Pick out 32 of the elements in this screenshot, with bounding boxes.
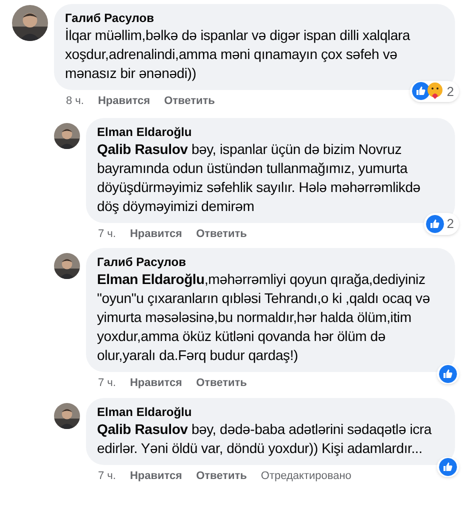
comment-text: Qalib Rasulov bəy, dədə-baba adətlərini sədaqətlə icra edirlər. Yəni öldü var, döndü yoxdur)) Kişi adamlardır... (97, 420, 433, 458)
like-link[interactable]: Нравится (130, 375, 182, 392)
thumbs-up-icon (439, 458, 457, 476)
reaction-badge[interactable] (437, 364, 459, 384)
comment-text: İlqar müəllim,bəlkə də ispanlar və digər ispan dilli xalqlara xoşdur,adrenalindi,amma məni qınamayın çox səfeh və mənasız bir ənənədi)) (65, 26, 412, 83)
like-link[interactable]: Нравится (130, 468, 182, 484)
timestamp[interactable]: 7 ч. (98, 468, 116, 484)
reaction-badge[interactable] (437, 456, 459, 476)
comment-text: Qalib Rasulov bəy, ispanlar üçün də bizim Novruz bayramında odun üstündən tullanmağımız, yumurta döyüşdürməyimiz səfehlik sayılır. Hələ məhərrəmlikdə döş döyməyimizi demirəm (97, 140, 422, 216)
hug-emoji-icon (426, 82, 444, 100)
reply-link[interactable]: Ответить (196, 226, 247, 242)
thumbs-up-icon (412, 82, 430, 100)
author-name[interactable]: Галиб Расулов (65, 10, 444, 26)
thumbs-up-icon (426, 214, 444, 233)
author-name[interactable]: Elman Eldaroğlu (97, 124, 444, 140)
edited-label: Отредактировано (260, 468, 352, 484)
reaction-count: 2 (446, 82, 455, 100)
comment-text: Elman Eldaroğlu,məhərrəmliyi qoyun qırağa,dediyiniz "oyun"u çıxaranların qıbləsi Tehrandı,o ki ,qaldı ocaq və yimurta məsələsinə,bu normaldır,hər halda ölüm,itim yoxdur,amma öküz kütləni qovanda hər ölüm də olur,yaralı da.Fərq budur qardaş!) (97, 270, 431, 365)
thumbs-up-icon (439, 365, 457, 383)
author-name[interactable]: Elman Eldaroğlu (97, 404, 444, 420)
like-link[interactable]: Нравится (98, 93, 150, 110)
reaction-badge[interactable]: 2 (410, 80, 459, 102)
reaction-badge[interactable]: 2 (424, 213, 459, 234)
reply-link[interactable]: Ответить (196, 375, 247, 392)
reply-link[interactable]: Ответить (164, 93, 215, 110)
reaction-count: 2 (446, 215, 455, 233)
timestamp[interactable]: 7 ч. (98, 375, 116, 392)
timestamp[interactable]: 8 ч. (66, 93, 84, 110)
author-name[interactable]: Галиб Расулов (97, 254, 444, 270)
timestamp[interactable]: 7 ч. (98, 226, 116, 242)
reply-link[interactable]: Ответить (196, 468, 247, 484)
like-link[interactable]: Нравится (130, 226, 182, 242)
